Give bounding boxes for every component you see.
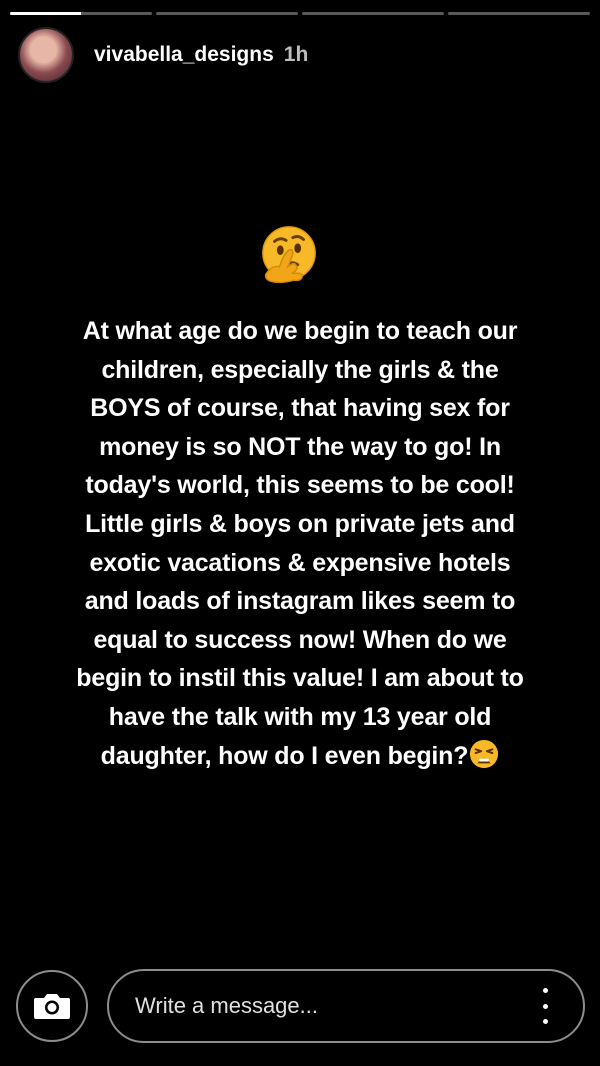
story-line: At what age do we begin to teach our [82,317,518,345]
story-line: begin to instil this value! I am about t… [76,664,524,693]
progress-segment-1 [10,12,152,15]
more-vertical-icon[interactable] [533,988,557,1024]
progress-segment-2 [156,12,298,15]
story-header: vivabella_designs 1h [18,26,308,84]
reply-bar [0,968,600,1048]
story-line: BOYS of course, that having sex for [90,394,510,423]
story-line: exotic vacations & expensive hotels [89,548,511,577]
story-line: equal to success now! When do we [93,625,507,654]
progress-segment-4 [448,12,590,15]
story-line: money is so NOT the way to go! In [99,432,501,461]
avatar[interactable] [18,27,74,83]
story-line: daughter, how do I even begin? [100,741,469,770]
more-dot [542,1003,548,1009]
story-line-last: daughter, how do I even begin? [10,737,590,776]
story-line: children, especially the girls & the [101,355,499,384]
story-line: and loads of instagram likes seem to [84,587,516,616]
tired-face-icon [470,739,499,768]
message-input[interactable] [107,969,585,1043]
thinking-face-icon [262,226,316,284]
more-dot [542,1019,548,1024]
progress-fill-1 [10,12,81,15]
story-line: today's world, this seems to be cool! [85,471,515,500]
story-line: Little girls & boys on private jets and [85,509,515,538]
progress-segment-3 [302,12,444,15]
username[interactable]: vivabella_designs [94,43,274,67]
camera-icon [34,994,70,1019]
camera-button[interactable] [16,970,88,1042]
story-text: At what age do we begin to teach our chi… [10,312,590,775]
more-dot [542,988,548,993]
story-progress-bar [10,12,590,15]
story-line: have the talk with my 13 year old [108,702,492,731]
post-time: 1h [283,43,309,66]
